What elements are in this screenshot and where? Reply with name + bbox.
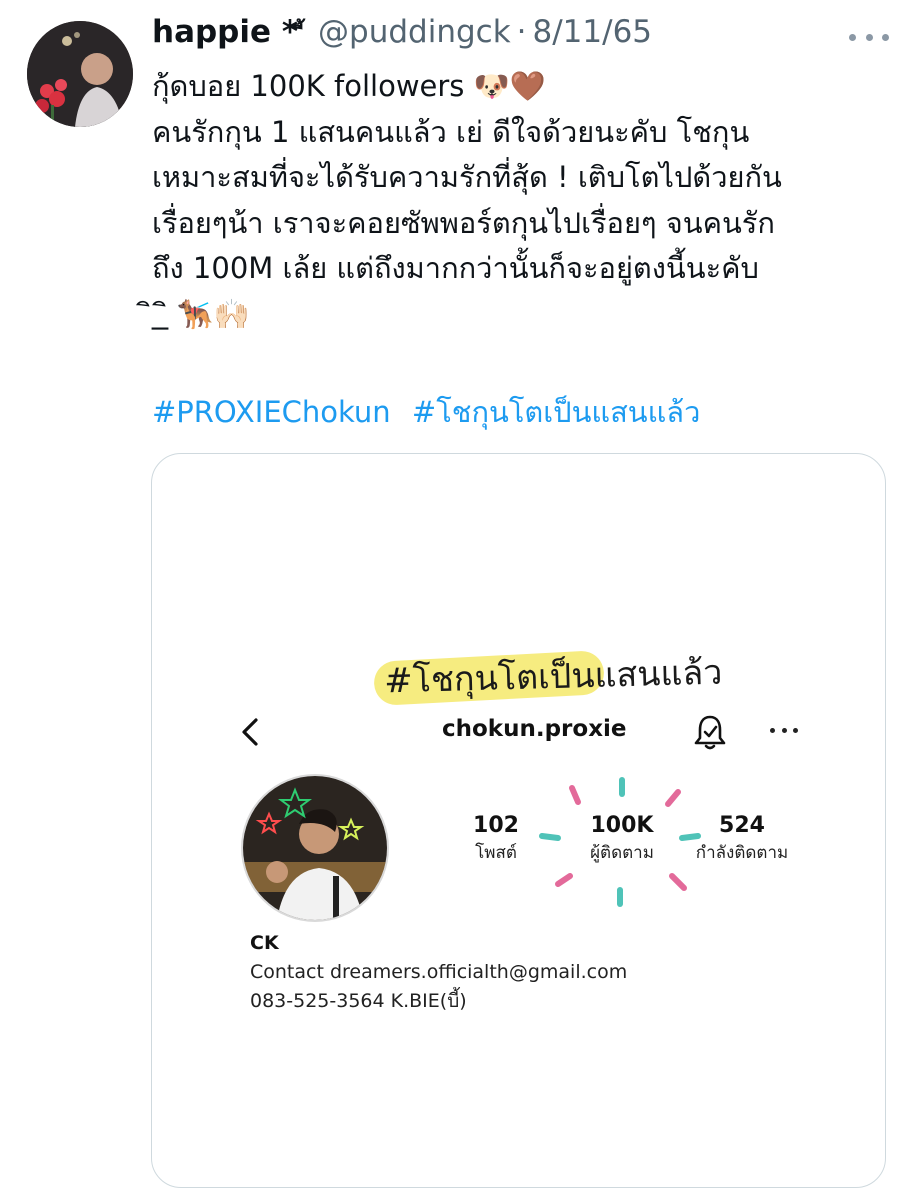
ig-stat-followers: 100K ผู้ติดตาม (572, 812, 672, 866)
ig-more-dot (781, 728, 787, 733)
ig-username: chokun.proxie (442, 716, 627, 742)
ig-stat-following-label: กำลังติดตาม (695, 843, 789, 863)
tweet-text: กุ้ดบอย 100K followers 🐶🤎 คนรักกุน 1 แสน… (152, 64, 892, 337)
display-name[interactable]: happie * (152, 14, 298, 50)
tweet-header: happie * ี้ @puddingck · 8/11/65 (152, 14, 853, 62)
tweet-text-line: เหมาะสมที่จะได้รับความรักที่สุ้ด ! เติบโ… (152, 160, 782, 194)
ig-stat-posts-label: โพสต์ (475, 843, 517, 863)
tweet-text-line: คนรักกุน 1 แสนคนแล้ว เย่ ดีใจด้วยนะคับ โ… (152, 114, 750, 149)
media-headline: #โชกุนโตเป็นแสนแล้ว (383, 652, 723, 702)
more-dot (882, 33, 889, 41)
ig-profile-photo (243, 776, 387, 920)
ig-profile-avatar (241, 774, 389, 922)
more-horizontal-icon[interactable] (849, 30, 889, 44)
ig-stat-following: 524 กำลังติดตาม (682, 812, 802, 866)
ig-bio-name: CK (250, 932, 279, 954)
tweet-text-line: ิ_ิ 🐕‍🦺🙌🏻 (152, 296, 250, 331)
ig-stat-posts: 102 โพสต์ (466, 812, 526, 866)
ig-bio-phone: 083-525-3564 K.BIE(บี้) (250, 990, 467, 1012)
hashtag-link-chokun-100k[interactable]: #โชกุนโตเป็นแสนแล้ว (412, 395, 700, 429)
tweet-text-line: ถึง 100M เล้ย แต่ถึงมากกว่านั้นก็จะอยู่ต… (152, 251, 759, 285)
hashtag-list: #PROXIEChokun #โชกุนโตเป็นแสนแล้ว (152, 390, 712, 435)
ig-bio: CK Contact dreamers.officialth@gmail.com… (250, 929, 627, 1016)
ig-more-dot (770, 728, 775, 733)
ig-stat-followers-value: 100K (590, 813, 654, 838)
ig-stat-followers-label: ผู้ติดตาม (590, 843, 654, 863)
ig-stat-following-value: 524 (719, 813, 765, 838)
chevron-left-icon (242, 718, 258, 746)
header-separator: · (516, 14, 527, 50)
ig-more-icon (770, 728, 798, 736)
ig-stat-posts-value: 102 (473, 813, 519, 838)
more-dot (865, 33, 873, 41)
tweet-text-line: เรื่อยๆน้า เราจะคอยซัพพอร์ตกุนไปเรื่อยๆ … (152, 205, 775, 240)
tweet-text-line: กุ้ดบอย 100K followers 🐶🤎 (152, 69, 546, 103)
tweet-media-image[interactable]: #โชกุนโตเป็นแสนแล้ว chokun.proxie 102 โพ… (151, 453, 886, 1188)
more-dot (849, 33, 856, 41)
ig-bio-contact: Contact dreamers.officialth@gmail.com (250, 961, 628, 983)
ig-more-dot (793, 728, 798, 733)
hashtag-link-proxiechokun[interactable]: #PROXIEChokun (152, 395, 391, 429)
author-avatar[interactable] (27, 21, 133, 127)
user-handle[interactable]: @puddingck (318, 14, 511, 50)
tweet-date[interactable]: 8/11/65 (533, 14, 653, 50)
notification-bell-icon (694, 715, 726, 750)
author-avatar-photo (27, 21, 133, 127)
